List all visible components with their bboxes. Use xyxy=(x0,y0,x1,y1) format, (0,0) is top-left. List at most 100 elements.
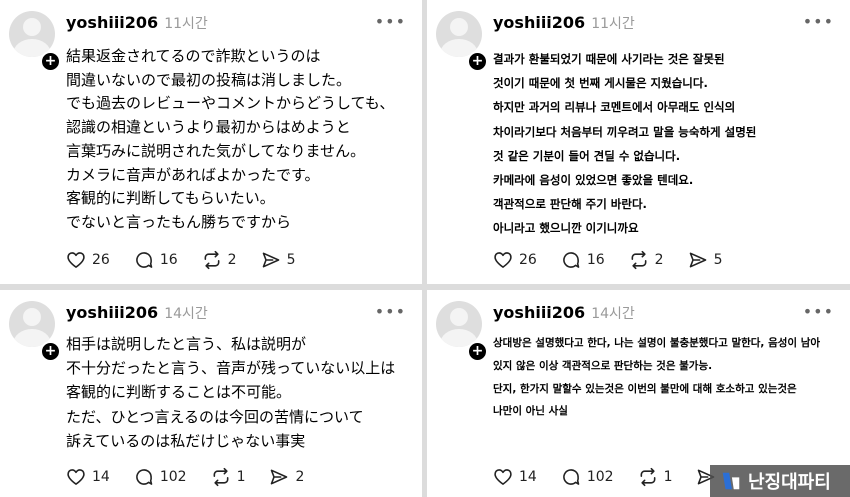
more-dots-icon[interactable]: ••• xyxy=(375,14,406,30)
post-line: 結果返金されてるので詐欺というのは xyxy=(66,47,321,65)
comment-count: 102 xyxy=(586,469,614,485)
post-time: 11시간 xyxy=(164,16,208,32)
like-button[interactable]: 14 xyxy=(493,467,537,487)
share-button[interactable]: 2 xyxy=(269,467,304,487)
post-line: 단지, 한가지 말할수 있는것은 이번의 불만에 대해 호소하고 있는것은 xyxy=(493,382,797,395)
like-count: 14 xyxy=(92,469,110,485)
username[interactable]: yoshiii206 xyxy=(66,13,158,32)
more-dots-icon[interactable]: ••• xyxy=(375,304,406,320)
avatar[interactable] xyxy=(436,11,482,57)
post-line: でも過去のレビューやコメントからどうしても、 xyxy=(66,94,395,113)
like-count: 26 xyxy=(92,252,110,268)
comment-button[interactable]: 102 xyxy=(134,467,187,487)
repost-button[interactable]: 2 xyxy=(629,250,664,270)
post-line: 客観的に判断してもらいたい。 xyxy=(66,189,275,208)
post-line: 것 같은 기분이 들어 견딜 수 없습니다. xyxy=(493,148,681,163)
avatar[interactable] xyxy=(9,301,55,347)
repost-icon xyxy=(204,250,220,270)
post-time: 14시간 xyxy=(591,306,635,322)
post-time: 14시간 xyxy=(164,306,208,322)
post-line: 訴えているのは私だけじゃない事実 xyxy=(66,431,306,450)
post-line: 결과가 환불되었기 때문에 사기라는 것은 잘못된 xyxy=(493,52,725,66)
like-button[interactable]: 26 xyxy=(493,250,537,270)
post-line: 認識の相違というより最初からはめようと xyxy=(66,118,351,137)
post-body: 상대방은 설명했다고 한다, 나는 설명이 불충분했다고 말한다, 음성이 남아… xyxy=(493,332,820,423)
comment-button[interactable]: 16 xyxy=(561,250,605,270)
post-header: yoshiii206 11시간 xyxy=(493,13,635,34)
action-bar: 26 16 2 5 xyxy=(493,250,747,270)
comment-button[interactable]: 16 xyxy=(134,250,178,270)
comment-count: 16 xyxy=(586,252,605,268)
share-button[interactable]: 5 xyxy=(261,250,296,270)
repost-icon xyxy=(640,467,656,487)
post-header: yoshiii206 14시간 xyxy=(493,303,635,324)
follow-plus-icon[interactable]: + xyxy=(467,341,488,362)
share-count: 5 xyxy=(286,252,296,268)
username[interactable]: yoshiii206 xyxy=(493,13,585,32)
post-card-1: + yoshiii206 11시간 ••• 結果返金されてるので詐欺というのは 間… xyxy=(0,0,422,284)
follow-plus-icon[interactable]: + xyxy=(40,51,61,72)
post-line: 것이기 때문에 첫 번째 게시물은 지웠습니다. xyxy=(493,76,708,91)
send-icon xyxy=(271,469,288,485)
comment-bubble-icon xyxy=(563,252,580,268)
comment-bubble-icon xyxy=(136,252,153,268)
post-line: 하지만 과거의 리뷰나 코멘트에서 아무래도 인식의 xyxy=(493,100,736,115)
comment-bubble-icon xyxy=(563,469,580,485)
post-line: 있지 않은 이상 객관적으로 판단하는 것은 불가능. xyxy=(493,359,713,372)
watermark-logo-icon xyxy=(722,472,740,490)
follow-plus-icon[interactable]: + xyxy=(467,51,488,72)
send-icon xyxy=(689,252,706,268)
share-count: 2 xyxy=(295,469,305,485)
post-line: 나만이 아닌 사실 xyxy=(493,405,568,418)
repost-icon xyxy=(631,250,647,270)
share-button[interactable]: 5 xyxy=(688,250,723,270)
post-line: 言葉巧みに説明された気がしてなりません。 xyxy=(66,141,366,160)
post-line: 카메라에 음성이 있었으면 좋았을 텐데요. xyxy=(493,173,694,188)
avatar[interactable] xyxy=(9,11,55,57)
follow-plus-icon[interactable]: + xyxy=(40,341,61,362)
post-line: 아니라고 했으니깐 이기니까요 xyxy=(493,221,639,236)
post-line: 不十分だったと言う、音声が残っていない以上は xyxy=(66,359,396,378)
post-card-3: + yoshiii206 14시간 ••• 相手は説明したと言う、私は説明が 不十… xyxy=(0,290,422,497)
post-header: yoshiii206 11시간 xyxy=(66,13,208,34)
watermark: 난징대파티 xyxy=(710,465,850,497)
username[interactable]: yoshiii206 xyxy=(66,303,158,322)
like-button[interactable]: 26 xyxy=(66,250,110,270)
repost-count: 2 xyxy=(227,252,237,268)
comment-bubble-icon xyxy=(136,469,153,485)
repost-count: 1 xyxy=(663,469,673,485)
more-dots-icon[interactable]: ••• xyxy=(803,14,834,30)
watermark-text: 난징대파티 xyxy=(748,472,831,493)
avatar[interactable] xyxy=(436,301,482,347)
post-line: でないと言ったもん勝ちですから xyxy=(66,212,292,231)
repost-count: 2 xyxy=(654,252,664,268)
post-line: 상대방은 설명했다고 한다, 나는 설명이 불충분했다고 말한다, 음성이 남아 xyxy=(493,337,821,349)
action-bar: 26 16 2 5 xyxy=(66,250,320,270)
repost-button[interactable]: 1 xyxy=(211,467,246,487)
repost-button[interactable]: 1 xyxy=(638,467,673,487)
like-count: 14 xyxy=(519,469,537,485)
heart-icon xyxy=(494,469,512,485)
share-count: 5 xyxy=(713,252,723,268)
post-line: 間違いないので最初の投稿は消しました。 xyxy=(66,70,352,89)
post-time: 11시간 xyxy=(591,16,635,32)
action-bar: 14 102 1 xyxy=(493,467,746,487)
comment-count: 102 xyxy=(159,469,187,485)
repost-icon xyxy=(213,467,229,487)
username[interactable]: yoshiii206 xyxy=(493,303,585,322)
send-icon xyxy=(262,252,279,268)
repost-button[interactable]: 2 xyxy=(202,250,237,270)
post-card-2: + yoshiii206 11시간 ••• 결과가 환불되었기 때문에 사기라는 … xyxy=(427,0,850,284)
post-line: 客観的に判断することは不可能。 xyxy=(66,383,292,402)
post-line: 相手は説明したと言う、私は説明が xyxy=(66,335,307,353)
comment-button[interactable]: 102 xyxy=(561,467,614,487)
like-count: 26 xyxy=(519,252,537,268)
post-line: 차이라기보다 처음부터 끼우려고 말을 능숙하게 설명된 xyxy=(493,124,757,139)
post-body: 결과가 환불되었기 때문에 사기라는 것은 잘못된 것이기 때문에 첫 번째 게… xyxy=(493,47,756,241)
like-button[interactable]: 14 xyxy=(66,467,110,487)
repost-count: 1 xyxy=(236,469,246,485)
more-dots-icon[interactable]: ••• xyxy=(803,304,834,320)
action-bar: 14 102 1 2 xyxy=(66,467,328,487)
comment-count: 16 xyxy=(159,252,178,268)
post-body: 相手は説明したと言う、私は説明が 不十分だったと言う、音声が残っていない以上は … xyxy=(66,332,395,453)
